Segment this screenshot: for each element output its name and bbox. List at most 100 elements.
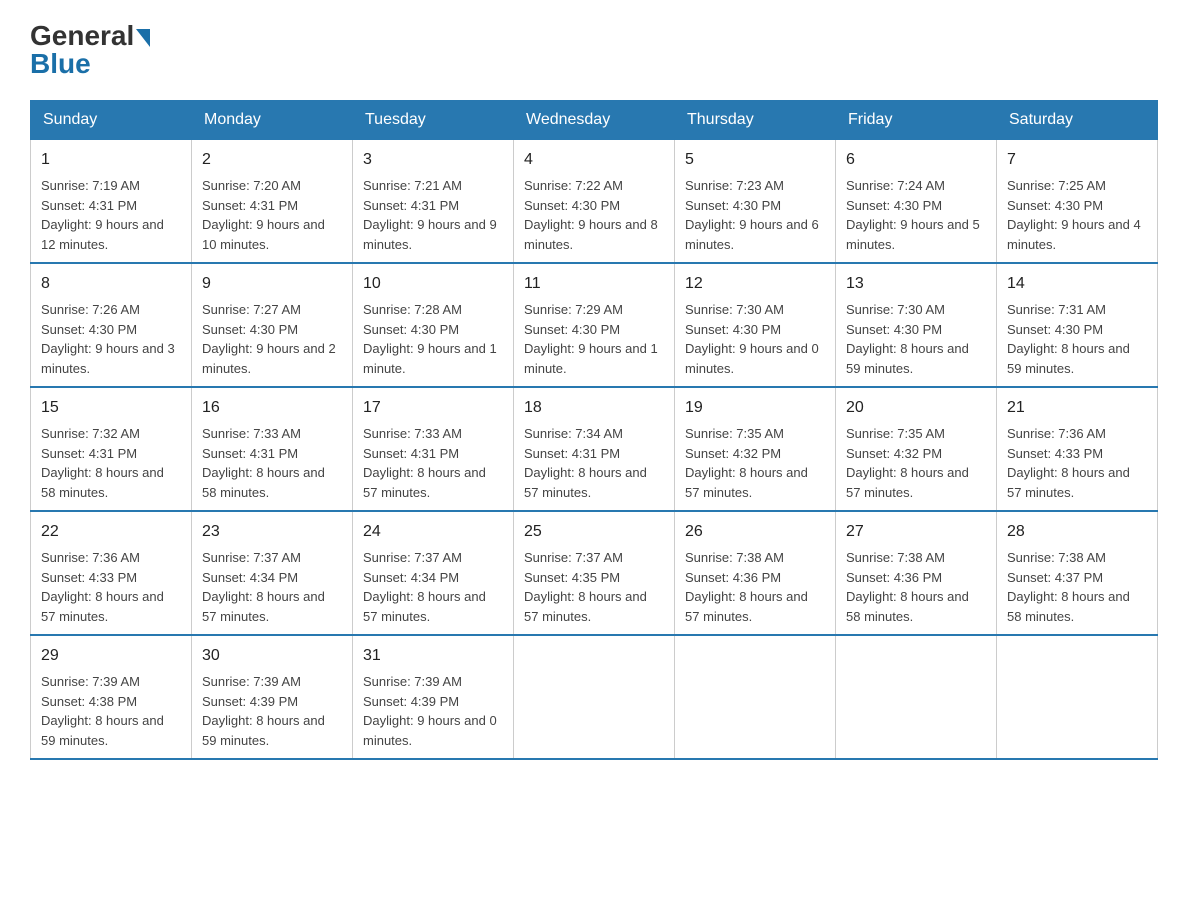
sunrise-info: Sunrise: 7:26 AM [41,302,140,317]
sunrise-info: Sunrise: 7:36 AM [41,550,140,565]
sunrise-info: Sunrise: 7:32 AM [41,426,140,441]
day-number: 18 [524,396,664,420]
calendar-cell: 9 Sunrise: 7:27 AM Sunset: 4:30 PM Dayli… [192,263,353,387]
sunset-info: Sunset: 4:39 PM [363,694,459,709]
daylight-info: Daylight: 9 hours and 6 minutes. [685,217,819,252]
sunset-info: Sunset: 4:31 PM [202,198,298,213]
sunrise-info: Sunrise: 7:34 AM [524,426,623,441]
calendar-cell: 31 Sunrise: 7:39 AM Sunset: 4:39 PM Dayl… [353,635,514,759]
calendar-cell [514,635,675,759]
daylight-info: Daylight: 8 hours and 59 minutes. [202,713,325,748]
daylight-info: Daylight: 8 hours and 57 minutes. [524,589,647,624]
sunrise-info: Sunrise: 7:21 AM [363,178,462,193]
daylight-info: Daylight: 8 hours and 58 minutes. [41,465,164,500]
daylight-info: Daylight: 9 hours and 0 minutes. [685,341,819,376]
sunset-info: Sunset: 4:30 PM [202,322,298,337]
sunset-info: Sunset: 4:30 PM [1007,198,1103,213]
calendar-cell: 29 Sunrise: 7:39 AM Sunset: 4:38 PM Dayl… [31,635,192,759]
day-number: 4 [524,148,664,172]
sunrise-info: Sunrise: 7:19 AM [41,178,140,193]
day-number: 11 [524,272,664,296]
sunset-info: Sunset: 4:32 PM [685,446,781,461]
calendar-cell: 8 Sunrise: 7:26 AM Sunset: 4:30 PM Dayli… [31,263,192,387]
day-number: 30 [202,644,342,668]
daylight-info: Daylight: 9 hours and 1 minute. [524,341,658,376]
sunrise-info: Sunrise: 7:38 AM [1007,550,1106,565]
calendar-cell: 24 Sunrise: 7:37 AM Sunset: 4:34 PM Dayl… [353,511,514,635]
daylight-info: Daylight: 9 hours and 2 minutes. [202,341,336,376]
day-number: 24 [363,520,503,544]
calendar-cell: 22 Sunrise: 7:36 AM Sunset: 4:33 PM Dayl… [31,511,192,635]
sunset-info: Sunset: 4:31 PM [41,198,137,213]
calendar-cell: 11 Sunrise: 7:29 AM Sunset: 4:30 PM Dayl… [514,263,675,387]
week-row-2: 8 Sunrise: 7:26 AM Sunset: 4:30 PM Dayli… [31,263,1158,387]
calendar-cell: 20 Sunrise: 7:35 AM Sunset: 4:32 PM Dayl… [836,387,997,511]
daylight-info: Daylight: 8 hours and 58 minutes. [202,465,325,500]
daylight-info: Daylight: 8 hours and 57 minutes. [846,465,969,500]
calendar-cell: 16 Sunrise: 7:33 AM Sunset: 4:31 PM Dayl… [192,387,353,511]
day-number: 14 [1007,272,1147,296]
week-row-3: 15 Sunrise: 7:32 AM Sunset: 4:31 PM Dayl… [31,387,1158,511]
day-number: 8 [41,272,181,296]
daylight-info: Daylight: 9 hours and 8 minutes. [524,217,658,252]
day-number: 25 [524,520,664,544]
calendar-cell: 25 Sunrise: 7:37 AM Sunset: 4:35 PM Dayl… [514,511,675,635]
calendar-cell [675,635,836,759]
daylight-info: Daylight: 8 hours and 58 minutes. [1007,589,1130,624]
calendar-cell: 12 Sunrise: 7:30 AM Sunset: 4:30 PM Dayl… [675,263,836,387]
week-row-4: 22 Sunrise: 7:36 AM Sunset: 4:33 PM Dayl… [31,511,1158,635]
daylight-info: Daylight: 8 hours and 57 minutes. [1007,465,1130,500]
calendar-table: SundayMondayTuesdayWednesdayThursdayFrid… [30,100,1158,760]
daylight-info: Daylight: 9 hours and 9 minutes. [363,217,497,252]
daylight-info: Daylight: 8 hours and 59 minutes. [846,341,969,376]
day-number: 2 [202,148,342,172]
daylight-info: Daylight: 8 hours and 57 minutes. [685,465,808,500]
sunset-info: Sunset: 4:30 PM [524,198,620,213]
column-header-sunday: Sunday [31,101,192,140]
calendar-cell: 14 Sunrise: 7:31 AM Sunset: 4:30 PM Dayl… [997,263,1158,387]
day-number: 13 [846,272,986,296]
sunrise-info: Sunrise: 7:38 AM [846,550,945,565]
sunset-info: Sunset: 4:35 PM [524,570,620,585]
calendar-cell: 13 Sunrise: 7:30 AM Sunset: 4:30 PM Dayl… [836,263,997,387]
sunrise-info: Sunrise: 7:35 AM [685,426,784,441]
day-number: 7 [1007,148,1147,172]
day-number: 26 [685,520,825,544]
calendar-cell: 17 Sunrise: 7:33 AM Sunset: 4:31 PM Dayl… [353,387,514,511]
sunset-info: Sunset: 4:38 PM [41,694,137,709]
day-number: 3 [363,148,503,172]
calendar-cell: 19 Sunrise: 7:35 AM Sunset: 4:32 PM Dayl… [675,387,836,511]
sunrise-info: Sunrise: 7:39 AM [202,674,301,689]
calendar-cell [997,635,1158,759]
sunset-info: Sunset: 4:36 PM [685,570,781,585]
daylight-info: Daylight: 9 hours and 1 minute. [363,341,497,376]
sunset-info: Sunset: 4:30 PM [846,198,942,213]
sunset-info: Sunset: 4:37 PM [1007,570,1103,585]
calendar-cell [836,635,997,759]
sunset-info: Sunset: 4:30 PM [685,322,781,337]
sunrise-info: Sunrise: 7:28 AM [363,302,462,317]
column-header-thursday: Thursday [675,101,836,140]
sunset-info: Sunset: 4:30 PM [363,322,459,337]
daylight-info: Daylight: 8 hours and 57 minutes. [202,589,325,624]
sunrise-info: Sunrise: 7:29 AM [524,302,623,317]
week-row-5: 29 Sunrise: 7:39 AM Sunset: 4:38 PM Dayl… [31,635,1158,759]
sunset-info: Sunset: 4:31 PM [202,446,298,461]
sunrise-info: Sunrise: 7:33 AM [363,426,462,441]
calendar-cell: 5 Sunrise: 7:23 AM Sunset: 4:30 PM Dayli… [675,140,836,264]
sunset-info: Sunset: 4:31 PM [41,446,137,461]
day-number: 5 [685,148,825,172]
sunset-info: Sunset: 4:30 PM [1007,322,1103,337]
sunrise-info: Sunrise: 7:39 AM [363,674,462,689]
sunset-info: Sunset: 4:34 PM [363,570,459,585]
sunrise-info: Sunrise: 7:27 AM [202,302,301,317]
calendar-cell: 2 Sunrise: 7:20 AM Sunset: 4:31 PM Dayli… [192,140,353,264]
column-header-saturday: Saturday [997,101,1158,140]
day-number: 19 [685,396,825,420]
sunrise-info: Sunrise: 7:37 AM [202,550,301,565]
sunset-info: Sunset: 4:34 PM [202,570,298,585]
sunrise-info: Sunrise: 7:24 AM [846,178,945,193]
sunrise-info: Sunrise: 7:35 AM [846,426,945,441]
column-header-tuesday: Tuesday [353,101,514,140]
sunrise-info: Sunrise: 7:37 AM [363,550,462,565]
